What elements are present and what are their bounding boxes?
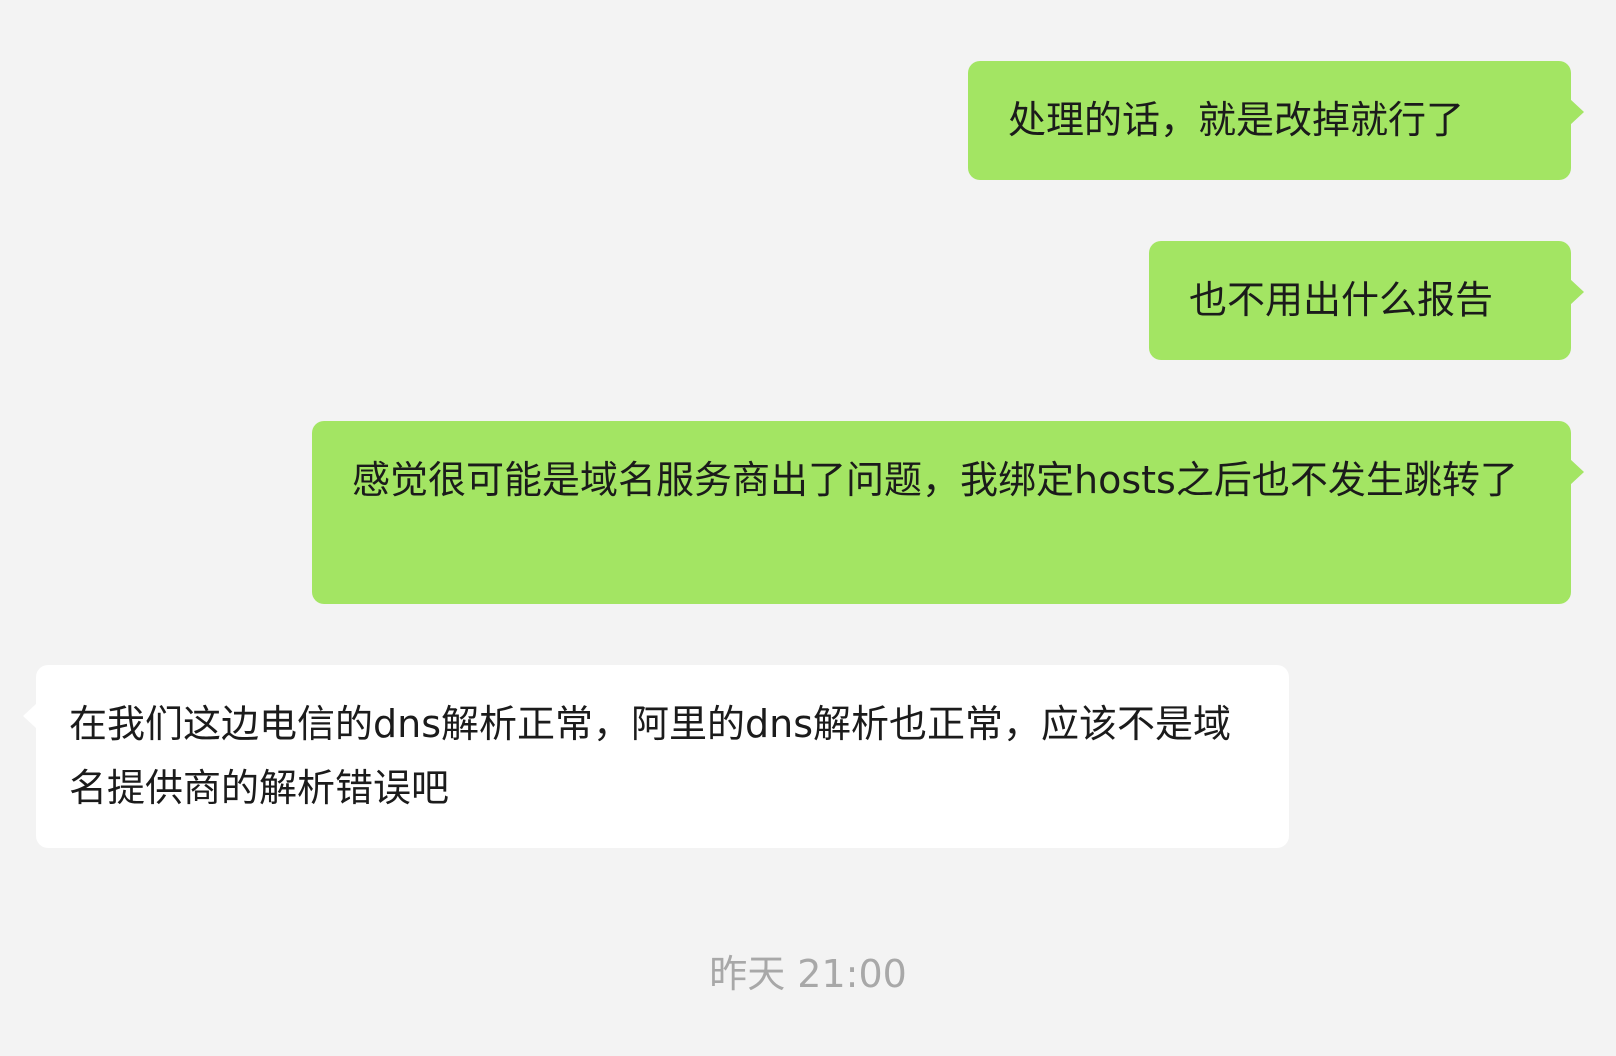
- outgoing-message-bubble[interactable]: 处理的话，就是改掉就行了: [968, 61, 1584, 180]
- message-timestamp: 昨天 21:00: [709, 952, 907, 996]
- incoming-message-bubble[interactable]: 在我们这边电信的dns解析正常，阿里的dns解析也正常，应该不是域名提供商的解析…: [23, 665, 1289, 848]
- message-text: 处理的话，就是改掉就行了: [1008, 98, 1465, 142]
- message-text: 也不用出什么报告: [1189, 278, 1494, 322]
- outgoing-message-bubble[interactable]: 感觉很可能是域名服务商出了问题，我绑定hosts之后也不发生跳转了: [312, 421, 1584, 604]
- chat-message-area[interactable]: 处理的话，就是改掉就行了 也不用出什么报告 感觉很可能是域名服务商出了问题，我绑…: [0, 0, 1616, 1056]
- message-text: 感觉很可能是域名服务商出了问题，我绑定hosts之后也不发生跳转了: [352, 458, 1518, 502]
- message-text: 在我们这边电信的dns解析正常，阿里的dns解析也正常，应该不是域名提供商的解析…: [69, 702, 1232, 810]
- outgoing-message-bubble[interactable]: 也不用出什么报告: [1149, 241, 1584, 360]
